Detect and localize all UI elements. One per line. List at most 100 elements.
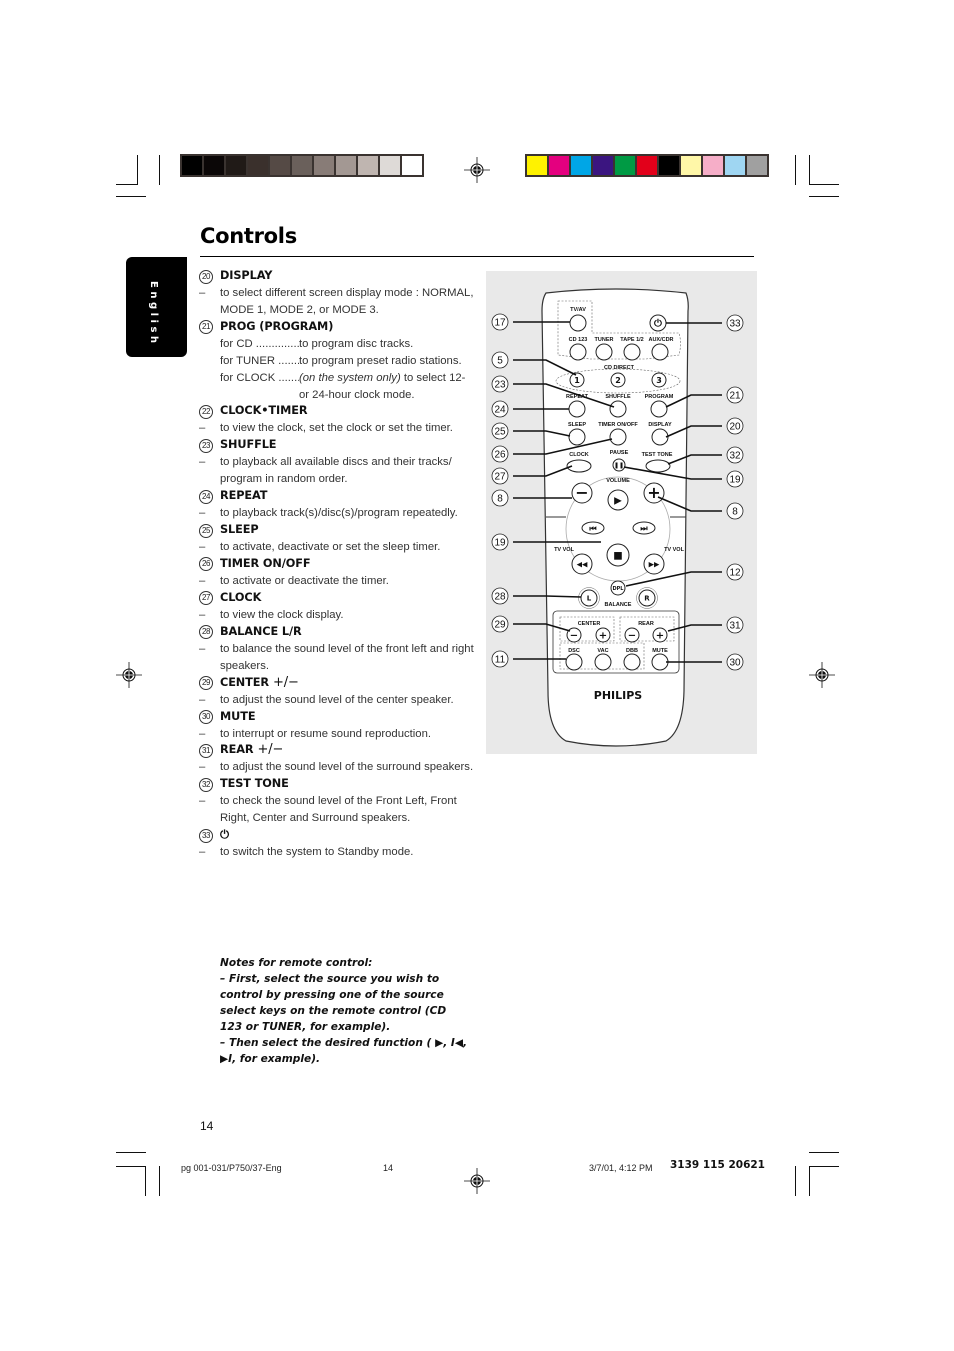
rear-plus-button[interactable]: + — [652, 627, 668, 643]
center-plus-button[interactable]: + — [595, 627, 611, 643]
balance-label: BALANCE — [605, 602, 632, 608]
volume-down-button[interactable]: − — [571, 482, 593, 504]
mute-button[interactable] — [651, 653, 669, 671]
vac-button[interactable] — [594, 653, 612, 671]
balance-left-button[interactable]: L — [578, 587, 600, 609]
item-label: SHUFFLE — [220, 438, 277, 452]
page-number: 14 — [200, 1119, 214, 1133]
item-description: – to adjust the sound level of the center… — [199, 692, 474, 709]
description-text: to view the clock display. — [220, 608, 344, 621]
test-tone-button[interactable] — [645, 459, 671, 473]
tuner-label: TUNER — [595, 337, 614, 343]
pause-button[interactable]: ❚❚ — [612, 458, 626, 472]
aux-cdr-button[interactable] — [651, 343, 669, 361]
tv-av-button[interactable] — [569, 314, 587, 332]
tuner-button[interactable] — [595, 343, 613, 361]
control-item: 30 MUTE – to interrupt or resume sound repr… — [199, 709, 474, 743]
control-item-heading: 30 MUTE — [199, 709, 474, 726]
registration-mark-icon — [809, 662, 835, 688]
cd-direct-1-button[interactable]: 1 — [569, 372, 585, 388]
item-description: – to playback track(s)/disc(s)/program re… — [199, 505, 474, 522]
item-number-badge: 29 — [199, 676, 213, 691]
item-description: – to playback all available discs and the… — [199, 454, 474, 488]
play-button[interactable]: ▶ — [607, 489, 629, 511]
test-tone-label: TEST TONE — [642, 452, 673, 458]
next-button[interactable]: ⏭ — [632, 521, 656, 535]
program-mode-value: to program preset radio stations. — [299, 353, 474, 370]
cd-direct-3-button[interactable]: 3 — [651, 372, 667, 388]
tape-label: TAPE 1/2 — [620, 337, 643, 343]
dbb-button[interactable] — [623, 653, 641, 671]
dash-bullet: – — [199, 642, 206, 655]
stop-icon: ■ — [613, 551, 622, 562]
tape-button[interactable] — [623, 343, 641, 361]
control-item: 22 CLOCK•TIMER – to view the clock, set the… — [199, 403, 474, 437]
plus-minus-icon: +/− — [272, 674, 299, 690]
program-mode-value: (on the system only) to select 12- or 24… — [299, 370, 474, 404]
control-item-heading: 21 PROG (PROGRAM) — [199, 319, 474, 336]
program-mode-row: for CD ................ to program disc t… — [199, 336, 474, 353]
sleep-button[interactable] — [568, 428, 586, 446]
crop-mark — [809, 155, 810, 185]
repeat-button[interactable] — [568, 400, 586, 418]
item-label: TIMER ON/OFF — [220, 557, 311, 571]
dbb-label: DBB — [626, 648, 638, 654]
item-label: CLOCK•TIMER — [220, 404, 308, 418]
timer-button[interactable] — [609, 428, 627, 446]
grayscale-swatch — [270, 156, 290, 175]
rewind-button[interactable]: ◀◀ — [571, 553, 593, 575]
control-item-heading: 32 TEST TONE — [199, 776, 474, 793]
color-swatch — [659, 156, 679, 175]
grayscale-swatch — [358, 156, 378, 175]
callout-number: 21 — [729, 391, 741, 402]
cd123-button[interactable] — [569, 343, 587, 361]
rear-label: REAR — [638, 621, 654, 627]
dash-bullet: – — [199, 507, 206, 520]
page-title: Controls — [200, 224, 297, 248]
footer-date: 3/7/01, 4:12 PM — [589, 1163, 653, 1173]
balance-left-button-glyph: L — [587, 595, 592, 603]
callout-number: 28 — [494, 592, 506, 603]
crop-mark — [809, 1166, 810, 1196]
program-mode-value: to program disc tracks. — [299, 336, 474, 353]
dsc-button[interactable] — [565, 653, 583, 671]
item-number-badge: 21 — [199, 320, 213, 335]
dash-bullet: – — [199, 761, 206, 774]
balance-right-button[interactable]: R — [636, 587, 658, 609]
display-label: DISPLAY — [648, 422, 672, 428]
display-button[interactable] — [651, 428, 669, 446]
cd-direct-2-button[interactable]: 2 — [610, 372, 626, 388]
pause-label: PAUSE — [610, 450, 629, 456]
item-description: – to adjust the sound level of the surrou… — [199, 759, 474, 776]
dash-bullet: – — [199, 287, 206, 299]
color-swatch — [571, 156, 591, 175]
control-item: 20 DISPLAY – to select different screen dis… — [199, 268, 474, 319]
dash-bullet: – — [199, 422, 206, 435]
color-swatch — [615, 156, 635, 175]
rear-minus-button[interactable]: − — [624, 627, 640, 643]
cd123-label: CD 123 — [569, 337, 588, 343]
center-label: CENTER — [578, 621, 601, 627]
control-item: 25 SLEEP – to activate, deactivate or set t… — [199, 522, 474, 556]
dpl-button[interactable]: DPL — [610, 580, 626, 596]
control-item-heading: 28 BALANCE L/R — [199, 624, 474, 641]
power-button[interactable]: ⏻ — [649, 314, 667, 332]
description-text: to activate, deactivate or set the sleep… — [220, 541, 441, 554]
item-number-badge: 25 — [199, 523, 213, 538]
shuffle-button[interactable] — [609, 400, 627, 418]
previous-button[interactable]: ⏮ — [581, 521, 605, 535]
control-item-heading: 27 CLOCK — [199, 590, 474, 607]
item-description: – to check the sound level of the Front L… — [199, 793, 474, 827]
control-item: 21 PROG (PROGRAM) for CD ................ t… — [199, 319, 474, 404]
fast-forward-button[interactable]: ▶▶ — [643, 553, 665, 575]
registration-mark-icon — [116, 662, 142, 688]
minus-icon: − — [575, 483, 588, 502]
tv-vol-left-label: TV VOL — [554, 547, 575, 553]
stop-button[interactable]: ■ — [606, 543, 630, 567]
program-mode-row: for TUNER ........ to program preset radi… — [199, 353, 474, 370]
callout-number: 25 — [494, 427, 506, 438]
control-item-heading: 20 DISPLAY — [199, 268, 474, 285]
volume-up-button[interactable]: + — [643, 482, 665, 504]
program-button[interactable] — [650, 400, 668, 418]
grayscale-swatch — [402, 156, 422, 175]
